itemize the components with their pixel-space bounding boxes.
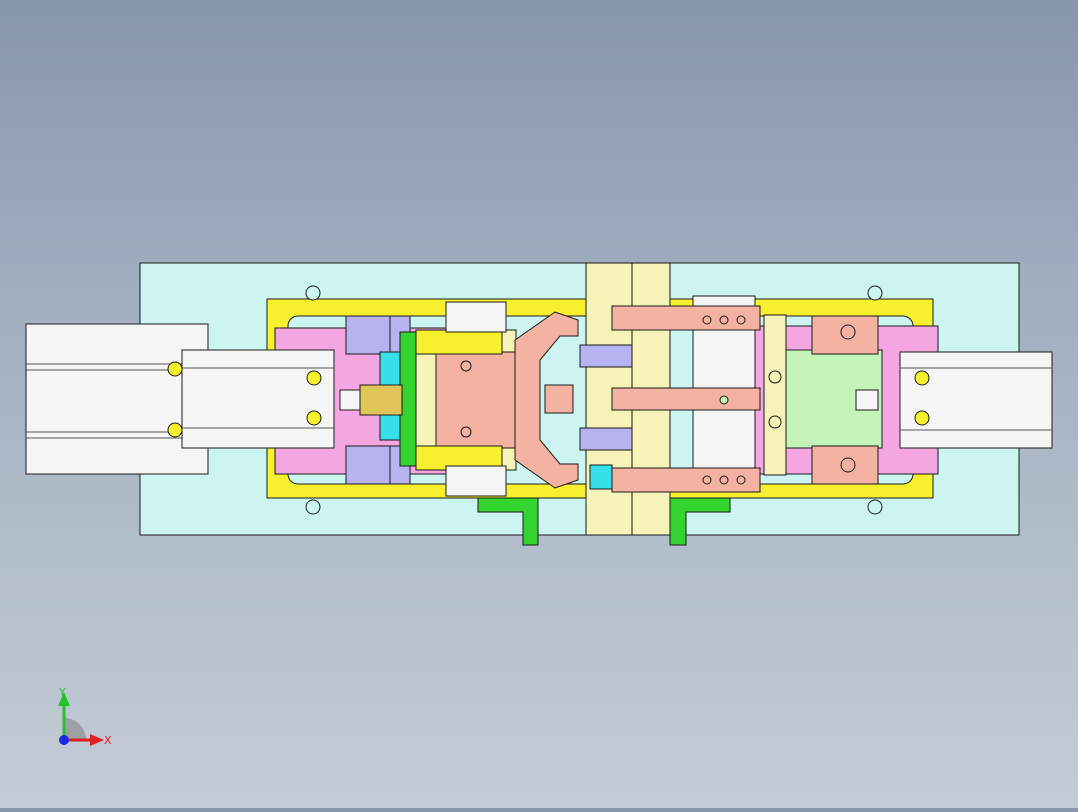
right-cylinder-head[interactable] bbox=[899, 351, 1053, 449]
x-axis-label: X bbox=[104, 734, 112, 747]
left-cylinder-body[interactable] bbox=[25, 323, 209, 475]
origin-dot bbox=[59, 735, 69, 745]
fixture-assembly-model[interactable] bbox=[0, 0, 1078, 808]
coordinate-triad: Y X bbox=[58, 686, 112, 747]
finger-middle[interactable] bbox=[611, 387, 761, 411]
y-axis-label: Y bbox=[58, 686, 66, 699]
cad-viewport[interactable]: Y X bbox=[0, 0, 1078, 808]
left-cylinder-head[interactable] bbox=[181, 349, 335, 449]
gold-shaft[interactable] bbox=[359, 384, 403, 416]
center-connector[interactable] bbox=[589, 464, 613, 490]
